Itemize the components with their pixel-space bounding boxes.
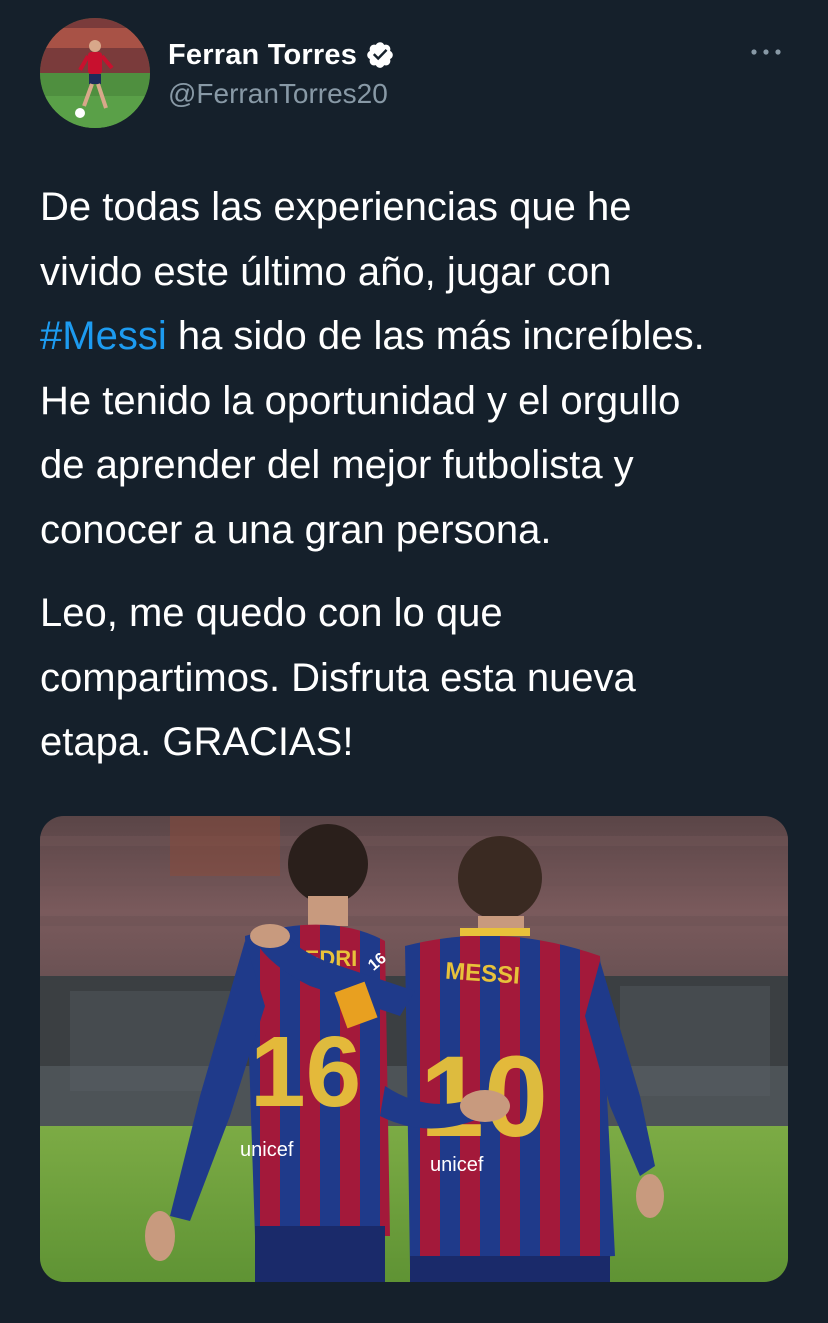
tweet-header: Ferran Torres @FerranTorres20	[40, 18, 788, 130]
tweet-paragraph-2: Leo, me quedo con lo que compartimos. Di…	[40, 581, 800, 775]
display-name-row: Ferran Torres	[168, 38, 395, 72]
tweet-line: conocer a una gran persona.	[40, 507, 552, 552]
tweet-line: ha sido de las más increíbles.	[166, 314, 705, 358]
tweet-photo[interactable]: 16 PEDRI unicef 10 MESSI unicef 16	[40, 816, 788, 1282]
tweet-line: vivido este último año, jugar con	[40, 249, 612, 294]
tweet-line: De todas las experiencias que he	[40, 185, 632, 229]
right-sponsor-text: unicef	[430, 1154, 484, 1176]
left-shirt-number: 16	[250, 1016, 361, 1128]
author-avatar[interactable]	[40, 18, 150, 128]
tweet-line: Leo, me quedo con lo que	[40, 591, 503, 635]
verified-badge-icon	[367, 42, 393, 68]
tweet-line: de aprender del mejor futbolista y	[40, 443, 634, 487]
author-handle[interactable]: @FerranTorres20	[168, 78, 395, 110]
author-names: Ferran Torres @FerranTorres20	[168, 38, 395, 110]
author-display-name[interactable]: Ferran Torres	[168, 39, 357, 72]
left-sponsor-text: unicef	[240, 1139, 294, 1161]
tweet-line: He tenido la oportunidad y el orgullo	[40, 378, 681, 423]
tweet-line: etapa. GRACIAS!	[40, 720, 354, 764]
avatar-image	[40, 18, 150, 128]
more-options-icon[interactable]	[748, 42, 784, 62]
tweet-text: De todas las experiencias que he vivido …	[40, 175, 800, 775]
right-shirt-name: MESSI	[444, 958, 520, 990]
tweet-line: compartimos. Disfruta esta nueva	[40, 655, 636, 700]
photo-players-embracing: 16 PEDRI unicef 10 MESSI unicef 16	[40, 816, 788, 1282]
tweet-paragraph-1: De todas las experiencias que he vivido …	[40, 175, 800, 562]
hashtag-link[interactable]: #Messi	[40, 314, 167, 358]
